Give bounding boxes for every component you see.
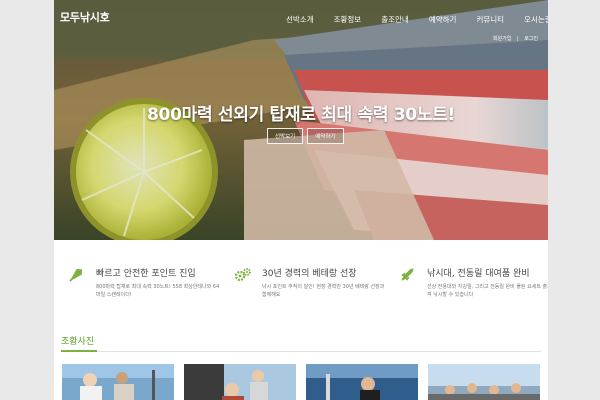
rocket-icon bbox=[68, 267, 84, 283]
feature-title: 빠르고 안전한 포인트 진입 bbox=[96, 269, 196, 279]
nav-item-directions[interactable]: 오시는길 bbox=[524, 14, 548, 25]
gallery-photo[interactable] bbox=[428, 364, 540, 400]
signup-link[interactable]: 회원가입 bbox=[493, 36, 511, 42]
nav-item-community[interactable]: 커뮤니티 bbox=[476, 14, 504, 25]
login-link[interactable]: 로그인 bbox=[524, 36, 538, 42]
hero-headline: 800마력 선외기 탑재로 최대 속력 30노트! bbox=[147, 105, 455, 125]
page: 모두낚시호 선박소개 조황정보 출조안내 예약하기 커뮤니티 오시는길 회원가입… bbox=[54, 0, 548, 400]
rocket-icon bbox=[399, 267, 415, 283]
nav-item-catch-info[interactable]: 조황정보 bbox=[334, 14, 362, 25]
feature-title: 30년 경력의 베테랑 선장 bbox=[262, 269, 357, 279]
gallery-photo[interactable] bbox=[306, 364, 418, 400]
section-divider-accent bbox=[61, 350, 97, 352]
main-nav: 선박소개 조황정보 출조안내 예약하기 커뮤니티 오시는길 bbox=[286, 14, 548, 25]
section-divider bbox=[61, 351, 541, 352]
feature-title: 낚시대, 전동릴 대여품 완비 bbox=[427, 269, 530, 279]
nav-item-reservation[interactable]: 예약하기 bbox=[429, 14, 457, 25]
feature-desc: 800마력 탑재로 최대 속력 30노트! 558 최상안테나와 64마일 스캔… bbox=[96, 284, 220, 298]
nav-item-ship-intro[interactable]: 선박소개 bbox=[286, 14, 314, 25]
gears-icon bbox=[234, 267, 251, 283]
gallery-photo[interactable] bbox=[62, 364, 174, 400]
gallery-photo[interactable] bbox=[184, 364, 296, 400]
brand-logo[interactable]: 모두낚시호 bbox=[60, 9, 110, 25]
gallery-title: 조황사진 bbox=[61, 337, 95, 347]
auth-links: 회원가입 | 로그인 bbox=[489, 35, 538, 42]
hero-banner: 모두낚시호 선박소개 조황정보 출조안내 예약하기 커뮤니티 오시는길 회원가입… bbox=[54, 0, 548, 240]
hero-buttons: 선박보기 예약하기 bbox=[267, 128, 348, 144]
reserve-button[interactable]: 예약하기 bbox=[307, 128, 344, 144]
feature-desc: 낚시 포인트 추적의 달인! 현장 경력만 30년 베테랑 선장과 함께해요 bbox=[262, 284, 385, 298]
view-ship-button[interactable]: 선박보기 bbox=[267, 128, 304, 144]
feature-desc: 선상 전용대와 지깅릴, 그리고 전동릴 완비 풀된 요세트 출조객 낚시할 수… bbox=[427, 284, 548, 298]
nav-item-trip-guide[interactable]: 출조안내 bbox=[381, 14, 409, 25]
auth-divider: | bbox=[516, 36, 519, 42]
